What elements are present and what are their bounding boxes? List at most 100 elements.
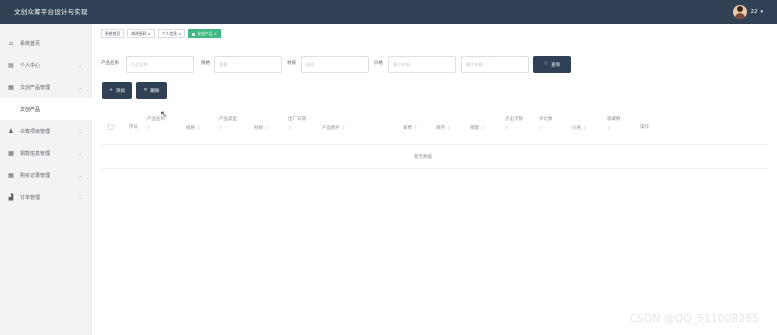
price-min-input[interactable]: 最小价格: [388, 56, 456, 73]
column-header-actions: 操作: [640, 125, 649, 130]
heart-icon: ♡: [543, 62, 549, 67]
user-icon: ♟: [8, 127, 14, 135]
query-button-label: 查询: [551, 62, 561, 68]
top-navbar: 文创众筹平台设计与实现 22 ▾: [0, 0, 777, 24]
column-header-stock[interactable]: 库存 ⇕: [436, 125, 450, 132]
user-menu[interactable]: 22 ▾: [733, 4, 763, 20]
price-max-input[interactable]: 最大价格: [461, 56, 529, 73]
material-label: 材质: [287, 61, 296, 66]
column-label: 评论数: [539, 117, 553, 122]
sidebar-item-label: 个人中心: [20, 62, 41, 69]
product-name-label: 产品名称: [101, 61, 119, 66]
sidebar: ⌂ 系统首页 ▤ 个人中心 ⌄ ▦ 文创产品管理 ⌄ 文创产品 ♟ 众筹项目管理…: [0, 24, 92, 335]
column-label: 销量: [470, 126, 479, 131]
sort-icon[interactable]: ⇕: [505, 125, 523, 131]
query-button[interactable]: ♡ 查询: [533, 56, 571, 73]
tag-home[interactable]: 系统首页: [101, 29, 125, 38]
sidebar-item-purchase-records[interactable]: ▦ 购买记录管理 ⌄: [0, 164, 92, 186]
sidebar-item-home[interactable]: ⌂ 系统首页: [0, 32, 92, 54]
sort-icon[interactable]: ⇕: [197, 125, 200, 130]
chevron-down-icon: ⌄: [78, 128, 82, 134]
spec-input[interactable]: 规格: [214, 56, 282, 73]
sort-icon[interactable]: ⇕: [583, 125, 586, 130]
chevron-up-icon: ⌄: [78, 84, 82, 90]
sort-icon[interactable]: ⇕: [288, 125, 306, 131]
sidebar-item-donation-management[interactable]: ▦ 捐款信息管理 ⌄: [0, 142, 92, 164]
delete-button[interactable]: ✕ 删除: [136, 82, 167, 99]
column-label: 价格: [572, 126, 581, 131]
add-button-label: 添加: [115, 88, 125, 94]
sidebar-item-label: 众筹项目管理: [20, 128, 51, 135]
spec-label: 规格: [201, 61, 210, 66]
column-header-manufacture-date[interactable]: 出厂日期 ⇕: [288, 117, 306, 131]
column-header-product-image[interactable]: 产品图片 ⇕: [322, 125, 345, 132]
column-label: 产品图片: [322, 126, 340, 131]
column-label: 出厂日期: [288, 117, 306, 122]
table-empty-text: 暂无数据: [414, 155, 432, 160]
chevron-down-icon: ⌄: [78, 150, 82, 156]
sort-icon[interactable]: ⇕: [265, 125, 268, 130]
chevron-down-icon: ⌄: [78, 172, 82, 178]
username[interactable]: 22: [750, 9, 757, 15]
sidebar-item-label: 订单管理: [20, 194, 41, 201]
avatar[interactable]: [733, 5, 748, 19]
chevron-down-icon: ⌄: [78, 62, 82, 68]
column-header-sales[interactable]: 销量 ⇕: [470, 125, 484, 132]
column-header-comment-count[interactable]: 评论数 ⇕: [539, 117, 553, 131]
plus-icon: +: [109, 88, 113, 93]
app-title: 文创众筹平台设计与实现: [14, 8, 88, 16]
sidebar-item-personal-center[interactable]: ▤ 个人中心 ⌄: [0, 54, 92, 76]
tag-change-password[interactable]: 修改密码 ×: [127, 29, 155, 38]
sort-icon[interactable]: ⇕: [481, 125, 484, 130]
tag-products[interactable]: 文创产品 ×: [188, 29, 221, 38]
column-header-click-count[interactable]: 点击次数 ⇕: [505, 117, 523, 131]
column-label: 邮费: [403, 126, 412, 131]
sidebar-item-label: 系统首页: [20, 40, 41, 47]
sort-icon[interactable]: ⇕: [147, 125, 165, 131]
close-icon: ✕: [143, 88, 148, 93]
table-header: [101, 112, 767, 145]
column-header-index: 序号: [129, 125, 138, 130]
sidebar-item-label: 购买记录管理: [20, 172, 51, 179]
sort-icon[interactable]: ⇕: [447, 125, 450, 130]
mouse-cursor-icon: ↖: [160, 110, 168, 120]
grid-icon: ▦: [8, 149, 14, 157]
column-label: 点击次数: [505, 117, 523, 122]
sort-icon[interactable]: ⇕: [607, 125, 621, 131]
column-header-shipping-fee[interactable]: 邮费 ⇕: [403, 125, 417, 132]
product-name-input[interactable]: 产品名称: [126, 56, 194, 73]
column-header-product-type[interactable]: 产品类型 ⇕: [219, 117, 237, 131]
material-input[interactable]: 材质: [301, 56, 369, 73]
sidebar-item-label: 文创产品管理: [20, 84, 51, 91]
column-header-price[interactable]: 价格 ⇕: [572, 125, 586, 132]
chevron-down-icon[interactable]: ▾: [760, 9, 763, 15]
add-button[interactable]: + 添加: [102, 82, 132, 99]
chevron-down-icon: ⌄: [78, 194, 82, 200]
sidebar-item-crowdfunding-management[interactable]: ♟ 众筹项目管理 ⌄: [0, 120, 92, 142]
sidebar-item-order-management[interactable]: ▟ 订单管理 ⌄: [0, 186, 92, 208]
column-header-spec[interactable]: 规格 ⇕: [186, 125, 200, 132]
sort-icon[interactable]: ⇕: [414, 125, 417, 130]
sidebar-item-label: 文创产品: [20, 106, 41, 113]
home-icon: ⌂: [9, 39, 13, 47]
chart-icon: ▟: [8, 193, 14, 201]
column-label: 材质: [254, 126, 263, 131]
column-label: 规格: [186, 126, 195, 131]
sort-icon[interactable]: ⇕: [342, 125, 345, 130]
select-all-checkbox[interactable]: [108, 124, 114, 130]
column-label: 产品类型: [219, 117, 237, 122]
price-label: 价格: [374, 61, 383, 66]
column-header-favorite-count[interactable]: 收藏数 ⇕: [607, 117, 621, 131]
sort-icon[interactable]: ⇕: [219, 125, 237, 131]
column-label: 库存: [436, 126, 445, 131]
sidebar-subitem-products[interactable]: 文创产品: [0, 98, 92, 120]
sidebar-item-label: 捐款信息管理: [20, 150, 51, 157]
table-empty-row: [101, 145, 767, 169]
grid-icon: ▦: [8, 83, 14, 91]
column-header-material[interactable]: 材质 ⇕: [254, 125, 268, 132]
sidebar-item-product-management[interactable]: ▦ 文创产品管理 ⌄: [0, 76, 92, 98]
delete-button-label: 删除: [150, 88, 160, 94]
tag-personal-info[interactable]: 个人信息 ×: [157, 29, 186, 38]
sort-icon[interactable]: ⇕: [539, 125, 553, 131]
grid-icon: ▦: [8, 171, 14, 179]
